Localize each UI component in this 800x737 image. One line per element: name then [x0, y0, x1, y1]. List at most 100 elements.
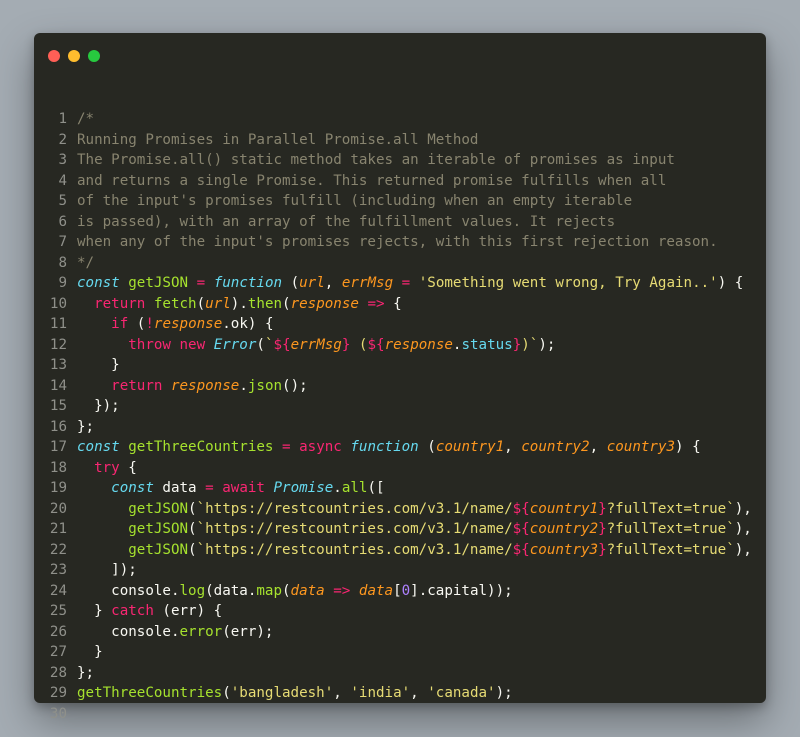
- code-token: 'Something went wrong, Try Again..': [418, 275, 718, 291]
- code-token: try: [94, 459, 120, 476]
- code-token: }: [512, 336, 522, 353]
- close-dot-icon[interactable]: [48, 50, 60, 62]
- code-token: and returns a single Promise. This retur…: [77, 172, 667, 189]
- code-token: `: [264, 336, 274, 353]
- code-text: The Promise.all() static method takes an…: [67, 150, 675, 171]
- code-token: Running Promises in Parallel Promise.all…: [77, 131, 479, 148]
- code-token: (: [282, 582, 291, 599]
- code-token: function: [213, 275, 283, 291]
- code-token: response: [290, 295, 359, 312]
- code-token: data: [153, 480, 206, 496]
- minimize-dot-icon[interactable]: [68, 50, 80, 62]
- code-token: ?fullText=true`: [606, 500, 735, 517]
- code-token: getThreeCountries: [128, 439, 274, 455]
- code-token: =: [401, 275, 411, 291]
- code-token: {: [384, 295, 402, 312]
- code-line: 11 if (!response.ok) {: [34, 314, 766, 335]
- code-line: 2 Running Promises in Parallel Promise.al…: [34, 130, 766, 151]
- code-token: return: [94, 295, 146, 312]
- code-line: 25 } catch (err) {: [34, 601, 766, 622]
- code-text: }: [67, 355, 120, 376]
- code-token: (: [282, 275, 300, 291]
- code-line: 7 when any of the input's promises reject…: [34, 232, 766, 253]
- code-text: console.error(err);: [67, 622, 273, 643]
- code-block: 1 /* 2 Running Promises in Parallel Promise…: [34, 109, 766, 724]
- code-token: !: [145, 316, 154, 332]
- code-token: ,: [333, 685, 351, 701]
- code-token: console.: [77, 582, 180, 599]
- line-number: 10: [49, 295, 67, 312]
- code-token: [: [393, 582, 402, 599]
- code-line: 8 */: [34, 253, 766, 274]
- code-line: 3 The Promise.all() static method takes a…: [34, 150, 766, 171]
- code-token: errMsg: [341, 275, 394, 291]
- code-text: const getJSON = function (url, errMsg = …: [67, 273, 743, 294]
- code-token: ?fullText=true`: [606, 521, 735, 537]
- code-line: 17 const getThreeCountries = async functi…: [34, 437, 766, 458]
- code-text: try {: [67, 458, 137, 479]
- code-line: 30: [34, 704, 766, 725]
- code-text: when any of the input's promises rejects…: [67, 232, 718, 253]
- code-token: response: [153, 316, 223, 332]
- code-token: }: [77, 644, 103, 660]
- code-token: (err) {: [153, 603, 223, 619]
- code-token: 0: [401, 582, 411, 599]
- code-token: */: [77, 254, 95, 271]
- line-number: 11: [49, 316, 67, 332]
- code-token: }: [598, 541, 607, 558]
- code-token: };: [77, 418, 95, 435]
- code-token: }: [598, 500, 607, 517]
- line-number: 6: [58, 213, 67, 230]
- code-token: all: [341, 480, 368, 496]
- code-token: log: [179, 582, 206, 599]
- code-token: map: [256, 582, 282, 599]
- line-number: 17: [49, 439, 67, 455]
- line-number: 5: [58, 193, 67, 209]
- code-text: is passed), with an array of the fulfill…: [67, 212, 615, 233]
- line-number: 4: [58, 172, 67, 189]
- code-text: return fetch(url).then(response => {: [67, 294, 402, 315]
- code-token: error: [179, 623, 223, 640]
- code-token: ${: [273, 336, 291, 353]
- code-token: ${: [512, 541, 530, 558]
- code-token: getThreeCountries: [77, 685, 223, 701]
- code-line: 6 is passed), with an array of the fulfil…: [34, 212, 766, 233]
- line-number: 21: [49, 521, 67, 537]
- code-token: ${: [512, 521, 530, 537]
- code-token: (: [350, 336, 368, 353]
- code-token: (: [196, 295, 206, 312]
- code-token: Error: [213, 336, 257, 353]
- code-token: ].capital));: [410, 582, 513, 599]
- code-text: throw new Error(`${errMsg} (${response.s…: [67, 335, 555, 356]
- code-line: 12 throw new Error(`${errMsg} (${respons…: [34, 335, 766, 356]
- code-token: (: [222, 685, 231, 701]
- line-number: 1: [58, 111, 67, 127]
- code-token: ${: [367, 336, 385, 353]
- line-number: 20: [49, 500, 67, 517]
- code-text: } catch (err) {: [67, 601, 222, 622]
- code-text: getJSON(`https://restcountries.com/v3.1/…: [67, 519, 752, 540]
- code-token: new: [179, 336, 206, 353]
- code-line: 19 const data = await Promise.all([: [34, 478, 766, 499]
- code-token: }: [77, 357, 120, 373]
- code-token: return: [111, 377, 163, 394]
- code-token: /*: [77, 111, 95, 127]
- code-token: response: [170, 377, 240, 394]
- maximize-dot-icon[interactable]: [88, 50, 100, 62]
- code-token: });: [77, 398, 120, 414]
- code-text: getThreeCountries('bangladesh', 'india',…: [67, 683, 513, 704]
- code-token: =: [196, 275, 206, 291]
- code-token: if: [111, 316, 129, 332]
- code-line: 14 return response.json();: [34, 376, 766, 397]
- code-token: errMsg: [290, 336, 342, 353]
